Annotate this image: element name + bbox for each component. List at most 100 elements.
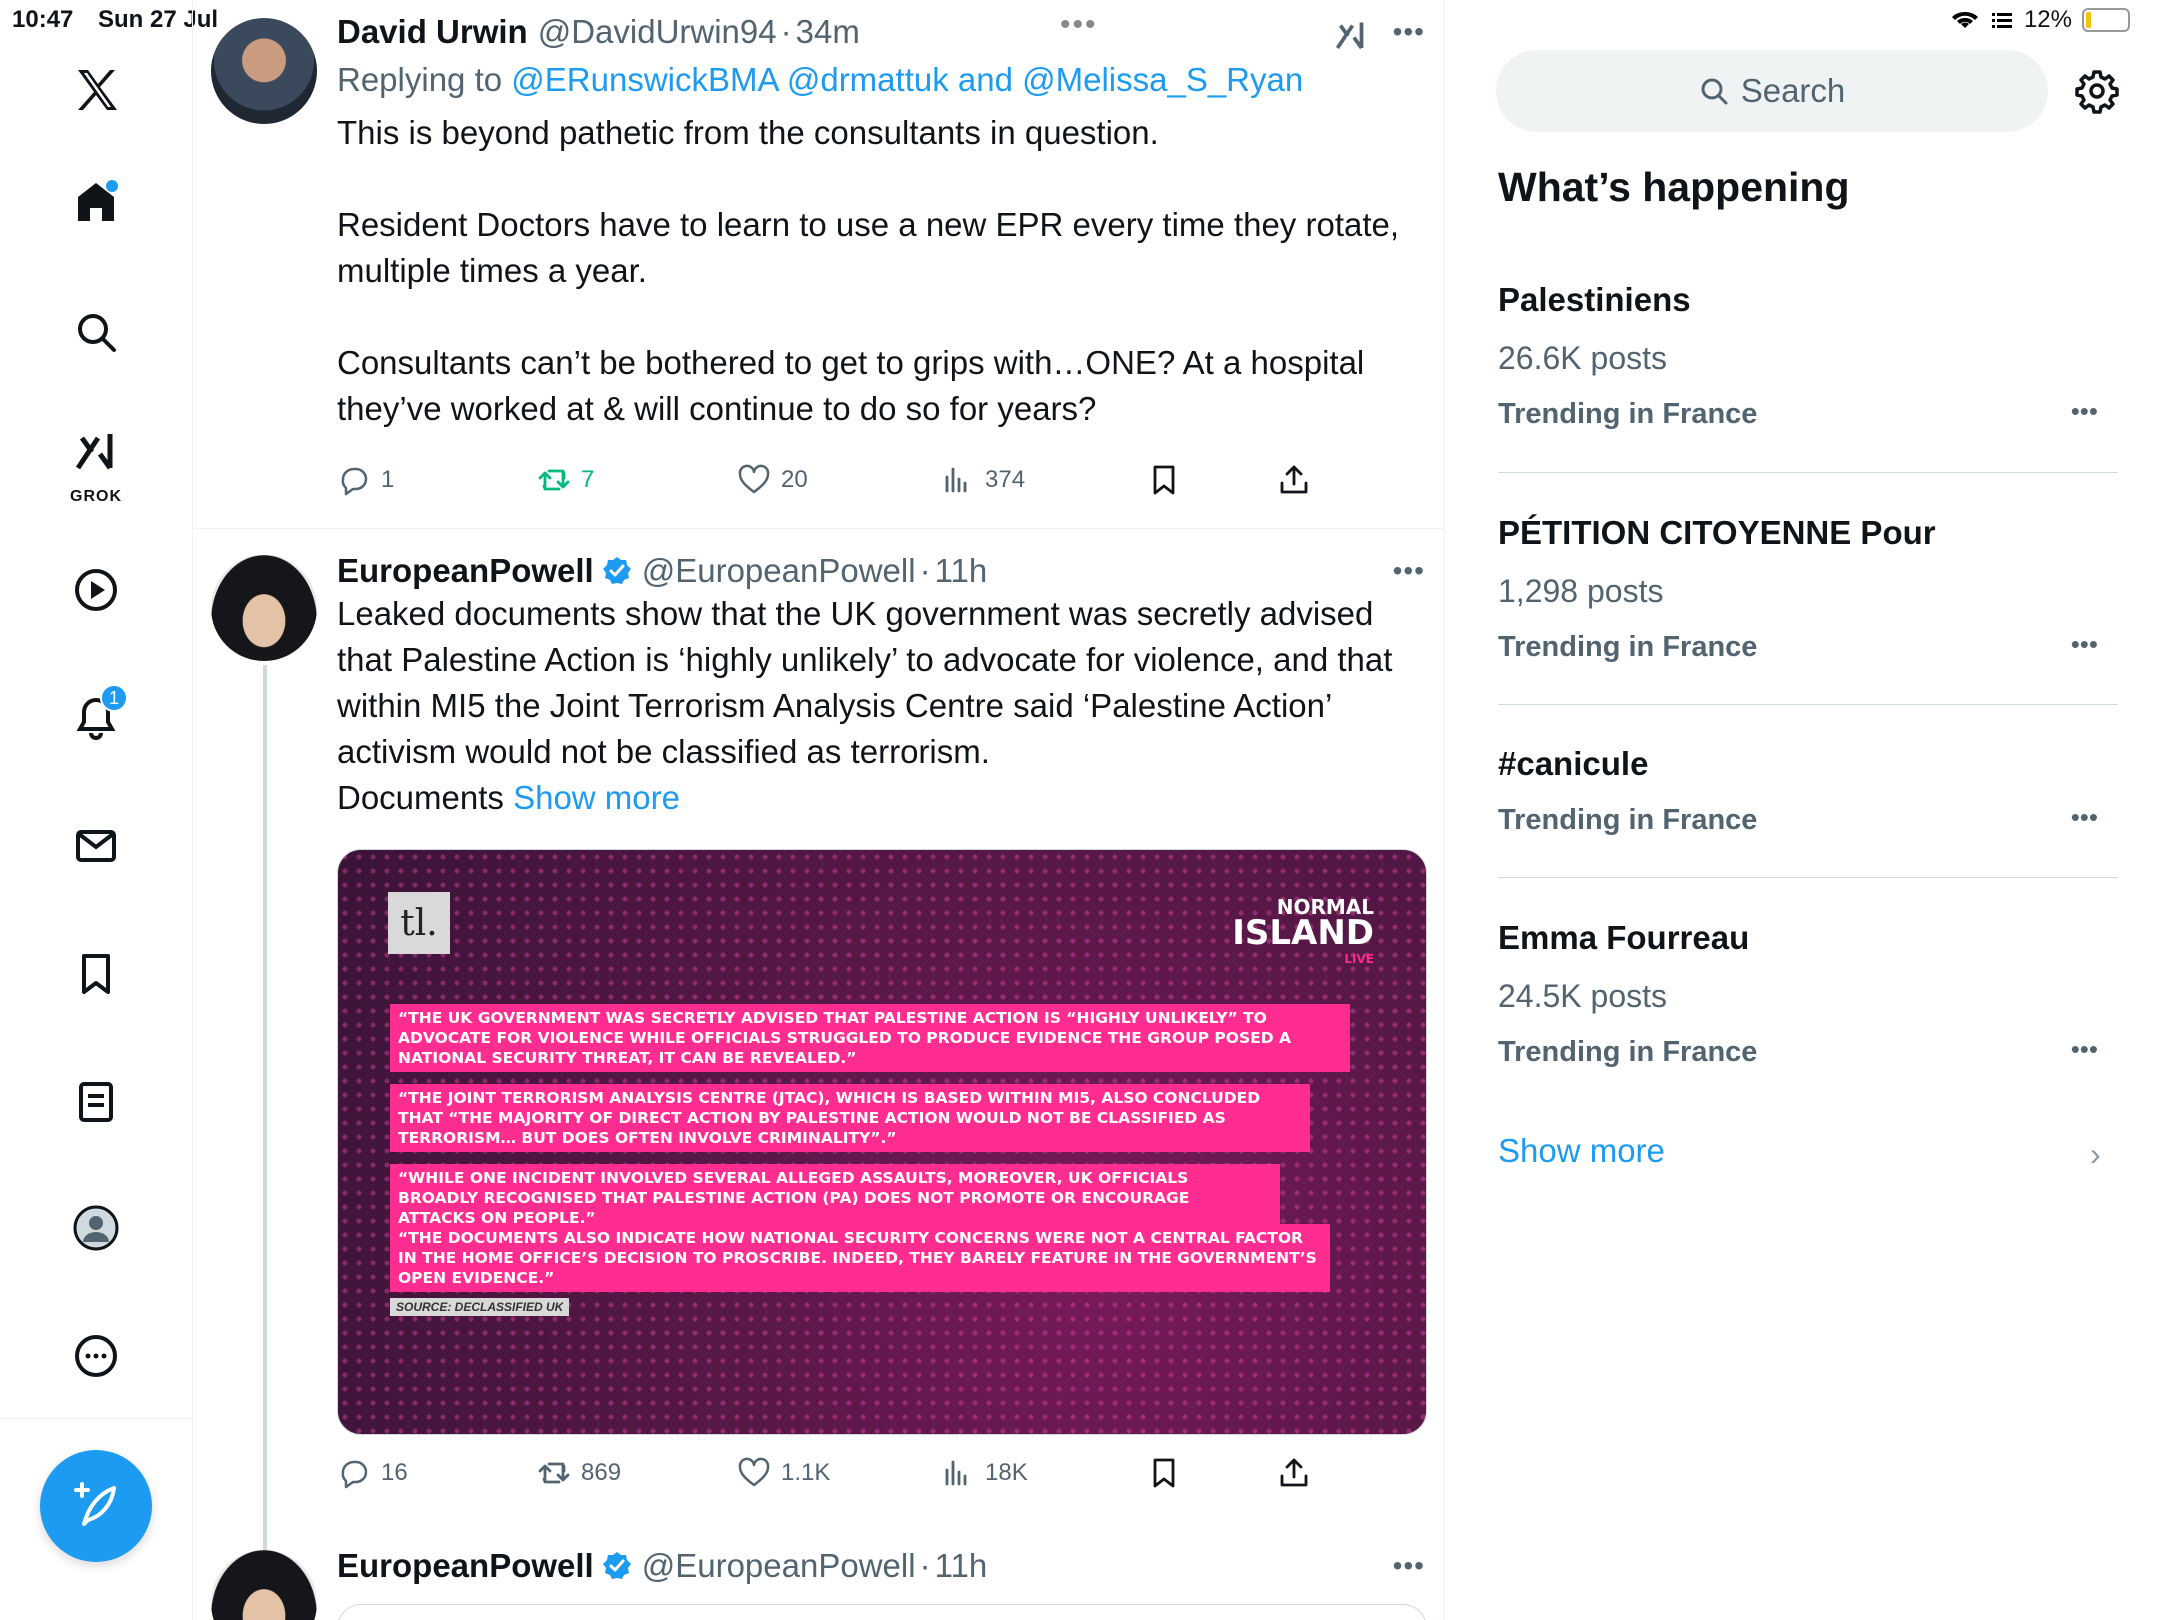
replying-to-prefix: Replying to (337, 61, 512, 98)
reply-icon (341, 1460, 368, 1489)
thread-line (263, 665, 267, 1620)
tweet-media-image[interactable]: tl. NORMAL ISLAND LIVE “The UK governmen… (337, 849, 1427, 1435)
messages-icon[interactable] (56, 806, 136, 886)
trend-title: Emma Fourreau (1498, 919, 1750, 956)
trend-item[interactable]: Palestiniens 26.6K posts Trending in Fra… (1498, 280, 2118, 434)
tweet-time[interactable]: 11h (935, 551, 988, 591)
views-button[interactable]: 18K (941, 1456, 1028, 1490)
trend-title: PÉTITION CITOYENNE Pour (1498, 514, 1936, 551)
trend-location: Trending in France (1498, 631, 1758, 663)
notifications-icon[interactable]: 1 (56, 678, 136, 758)
tweet-header: EuropeanPowell @EuropeanPowell · 11h (337, 551, 1417, 591)
verified-badge-icon (602, 1552, 631, 1579)
search-icon (1701, 78, 1728, 105)
quote-block: “The documents also indicate how nationa… (390, 1224, 1330, 1292)
show-more-link[interactable]: Show more (513, 779, 680, 816)
tweet[interactable]: EuropeanPowell @EuropeanPowell · 11h ••• (193, 1530, 1444, 1620)
chevron-right-icon[interactable]: › (2090, 1136, 2101, 1173)
trend-title: #canicule (1498, 745, 1649, 782)
search-icon[interactable] (56, 292, 136, 372)
bookmark-button[interactable] (1147, 1456, 1181, 1490)
trend-location: Trending in France (1498, 804, 1758, 836)
video-icon[interactable] (56, 550, 136, 630)
author-handle[interactable]: @DavidUrwin94 (538, 12, 777, 52)
trend-divider (1498, 877, 2118, 878)
retweet-button[interactable]: 7 (537, 463, 594, 497)
author-name[interactable]: EuropeanPowell (337, 551, 594, 591)
separator-dot: · (919, 1547, 931, 1584)
trend-count: 1,298 posts (1498, 573, 1664, 609)
grok-icon[interactable]: GROK (56, 418, 136, 508)
reply-button[interactable]: 1 (337, 463, 394, 497)
tweet[interactable]: David Urwin @DavidUrwin94 · 34m Replying… (193, 0, 1444, 528)
more-options-icon[interactable]: ••• (1393, 1550, 1425, 1582)
trend-more-icon[interactable]: ••• (2071, 629, 2098, 660)
author-name[interactable]: EuropeanPowell (337, 1546, 594, 1586)
bookmarks-icon[interactable] (56, 934, 136, 1014)
heart-icon (738, 464, 770, 494)
verified-badge-icon (602, 557, 631, 584)
home-icon[interactable] (56, 162, 136, 242)
quoted-card-edge (337, 1604, 1427, 1620)
more-options-icon[interactable]: ••• (1393, 16, 1425, 48)
avatar[interactable] (211, 1550, 317, 1620)
source-tag: SOURCE: DECLASSIFIED UK (390, 1298, 570, 1316)
quote-block: “The UK government was secretly advised … (390, 1004, 1350, 1072)
share-icon (1280, 1458, 1308, 1487)
quote-block: “While one incident involved several all… (390, 1164, 1280, 1232)
trend-more-icon[interactable]: ••• (2071, 1034, 2098, 1065)
avatar[interactable] (211, 555, 317, 661)
views-icon (945, 467, 967, 493)
avatar[interactable] (211, 18, 317, 124)
compose-button[interactable] (40, 1450, 152, 1562)
retweet-count: 7 (581, 466, 595, 493)
trend-divider (1498, 704, 2118, 705)
separator-dot: · (780, 13, 792, 50)
search-input[interactable]: Search (1496, 50, 2048, 132)
author-handle[interactable]: @EuropeanPowell (642, 551, 916, 591)
trend-item[interactable]: #canicule Trending in France ••• (1498, 744, 2118, 840)
trend-item[interactable]: Emma Fourreau 24.5K posts Trending in Fr… (1498, 918, 2118, 1072)
trend-count: 26.6K posts (1498, 340, 1667, 376)
like-button[interactable]: 20 (737, 463, 808, 497)
view-count: 18K (985, 1459, 1028, 1486)
bookmark-button[interactable] (1147, 463, 1181, 497)
bookmark-icon (1153, 465, 1175, 495)
trend-divider (1498, 472, 2118, 473)
views-icon (945, 1460, 967, 1486)
timeline-feed: David Urwin @DavidUrwin94 · 34m Replying… (193, 0, 1445, 1620)
show-more-trends-link[interactable]: Show more (1498, 1132, 1665, 1170)
reply-button[interactable]: 16 (337, 1456, 408, 1490)
x-logo-icon[interactable] (56, 50, 136, 130)
lists-icon[interactable] (56, 1062, 136, 1142)
more-options-icon[interactable]: ••• (1393, 555, 1425, 587)
trend-more-icon[interactable]: ••• (2071, 802, 2098, 833)
grok-icon[interactable] (1333, 18, 1369, 54)
share-icon (1280, 465, 1308, 494)
like-count: 20 (781, 466, 808, 493)
tweet-time[interactable]: 11h (935, 1546, 988, 1586)
tweet-time[interactable]: 34m (796, 12, 860, 52)
like-button[interactable]: 1.1K (737, 1456, 830, 1490)
author-name[interactable]: David Urwin (337, 12, 528, 52)
replying-to-handles[interactable]: @ERunswickBMA @drmattuk and @Melissa_S_R… (511, 61, 1303, 98)
tweet[interactable]: EuropeanPowell @EuropeanPowell · 11h Lea… (193, 529, 1444, 1620)
gear-icon[interactable] (2074, 68, 2120, 114)
views-button[interactable]: 374 (941, 463, 1025, 497)
quote-block: “The Joint Terrorism Analysis Centre (JT… (390, 1084, 1310, 1152)
share-button[interactable] (1277, 1456, 1311, 1490)
tweet-header: David Urwin @DavidUrwin94 · 34m (337, 12, 1417, 52)
trend-more-icon[interactable]: ••• (2071, 396, 2098, 427)
more-icon[interactable] (56, 1316, 136, 1396)
search-placeholder: Search (1740, 72, 1846, 109)
profile-icon[interactable] (56, 1188, 136, 1268)
share-button[interactable] (1277, 463, 1311, 497)
section-title: What’s happening (1498, 164, 1850, 210)
replying-to: Replying to @ERunswickBMA @drmattuk and … (337, 60, 1417, 100)
retweet-icon (538, 1462, 570, 1484)
retweet-button[interactable]: 869 (537, 1456, 621, 1490)
author-handle[interactable]: @EuropeanPowell (642, 1546, 916, 1586)
tweet-text-body: Leaked documents show that the UK govern… (337, 595, 1393, 816)
trend-item[interactable]: PÉTITION CITOYENNE Pour 1,298 posts Tren… (1498, 513, 2118, 667)
compose-icon (74, 1482, 116, 1526)
